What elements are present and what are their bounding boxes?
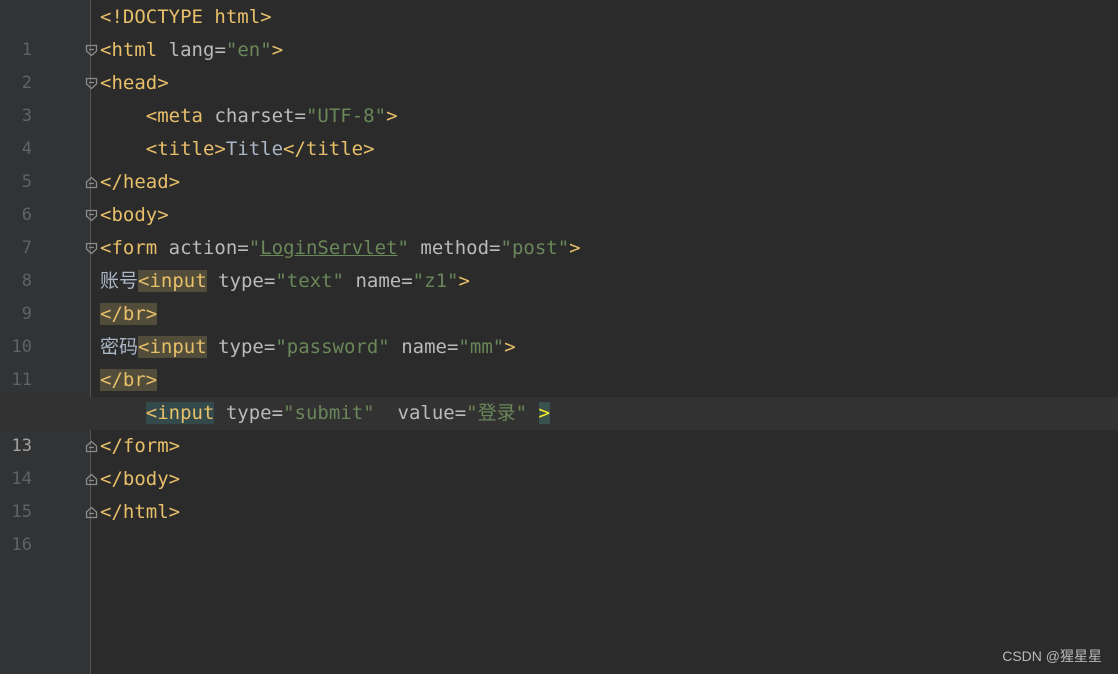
watermark: CSDN @猩星星 bbox=[1002, 648, 1102, 664]
attr-value: post bbox=[511, 237, 558, 259]
code-line[interactable]: 14 </form> bbox=[0, 430, 1118, 489]
head-open-tag: <head> bbox=[100, 72, 169, 94]
fold-close-icon[interactable] bbox=[85, 176, 98, 189]
input-open-token: <input bbox=[138, 270, 207, 292]
code-line[interactable]: 6 </head> bbox=[0, 166, 1118, 225]
account-label-text: 账号 bbox=[100, 270, 139, 292]
tag-name: meta bbox=[157, 105, 203, 127]
doctype-token: <!DOCTYPE html> bbox=[100, 6, 272, 28]
attr-value: z1 bbox=[424, 270, 448, 292]
code-line[interactable]: 9 账号<input type="text" name="z1"> bbox=[0, 265, 1118, 324]
head-close-tag: </head> bbox=[100, 171, 181, 193]
attr-value: mm bbox=[469, 336, 493, 358]
fold-close-icon[interactable] bbox=[85, 506, 98, 519]
attr-name: charset bbox=[214, 105, 295, 127]
form-close-tag: </form> bbox=[100, 435, 181, 457]
attr-value: text bbox=[286, 270, 333, 292]
code-line[interactable]: 16 </html> bbox=[0, 496, 1118, 555]
attr-name: name bbox=[401, 336, 447, 358]
html-close-tag: </html> bbox=[100, 501, 181, 523]
title-open-tag: <title> bbox=[145, 138, 226, 160]
servlet-link[interactable]: LoginServlet bbox=[260, 237, 397, 259]
attr-value: submit bbox=[294, 402, 364, 424]
title-close-tag: </title> bbox=[283, 138, 375, 160]
code-line[interactable]: 12 </br> bbox=[0, 364, 1118, 423]
attr-value: UTF-8 bbox=[317, 105, 375, 127]
fold-open-icon[interactable] bbox=[85, 77, 98, 90]
body-close-tag: </body> bbox=[100, 468, 181, 490]
input-open-token: <input bbox=[145, 402, 215, 424]
code-line[interactable]: 11 密码<input type="password" name="mm"> bbox=[0, 331, 1118, 390]
attr-name: lang bbox=[168, 39, 215, 61]
fold-open-icon[interactable] bbox=[85, 242, 98, 255]
attr-name: type bbox=[218, 270, 264, 292]
code-line[interactable]: 5 <title>Title</title> bbox=[0, 133, 1118, 192]
code-line[interactable]: 10 </br> bbox=[0, 298, 1118, 357]
body-open-tag: <body> bbox=[100, 204, 169, 226]
input-open-token: <input bbox=[138, 336, 207, 358]
line-number: 16 bbox=[11, 535, 32, 555]
title-text: Title bbox=[225, 138, 284, 160]
code-line[interactable]: 4 <meta charset="UTF-8"> bbox=[0, 100, 1118, 159]
code-line[interactable]: 3 <head> bbox=[0, 67, 1118, 126]
attr-name: value bbox=[397, 402, 455, 424]
code-editor[interactable]: 1 <!DOCTYPE html> 2 <html lang="en"> 3 <… bbox=[0, 1, 1118, 555]
attr-value: 登录 bbox=[477, 402, 516, 424]
password-label-text: 密码 bbox=[100, 336, 139, 358]
matched-bracket: > bbox=[538, 402, 550, 424]
fold-open-icon[interactable] bbox=[85, 209, 98, 222]
fold-close-icon[interactable] bbox=[85, 440, 98, 453]
code-line[interactable]: 15 </body> bbox=[0, 463, 1118, 522]
fold-open-icon[interactable] bbox=[85, 44, 98, 57]
code-line[interactable]: 7 <body> bbox=[0, 199, 1118, 258]
attr-name: method bbox=[420, 237, 490, 259]
attr-name: type bbox=[225, 402, 272, 424]
attr-name: name bbox=[355, 270, 402, 292]
br-close-tag: </br> bbox=[100, 369, 158, 391]
br-close-tag: </br> bbox=[100, 303, 158, 325]
code-line-current[interactable]: 13 <input type="submit" value="登录" > bbox=[0, 397, 1118, 456]
code-line[interactable]: 2 <html lang="en"> bbox=[0, 34, 1118, 93]
code-line[interactable]: 8 <form action="LoginServlet" method="po… bbox=[0, 232, 1118, 291]
code-line[interactable]: 1 <!DOCTYPE html> bbox=[0, 1, 1118, 60]
tag-name: html bbox=[111, 39, 158, 61]
form-open-token: <form bbox=[100, 237, 158, 259]
attr-value: en bbox=[237, 39, 261, 61]
attr-name: action bbox=[168, 237, 238, 259]
attr-name: type bbox=[218, 336, 264, 358]
attr-value: password bbox=[286, 336, 379, 358]
fold-close-icon[interactable] bbox=[85, 473, 98, 486]
